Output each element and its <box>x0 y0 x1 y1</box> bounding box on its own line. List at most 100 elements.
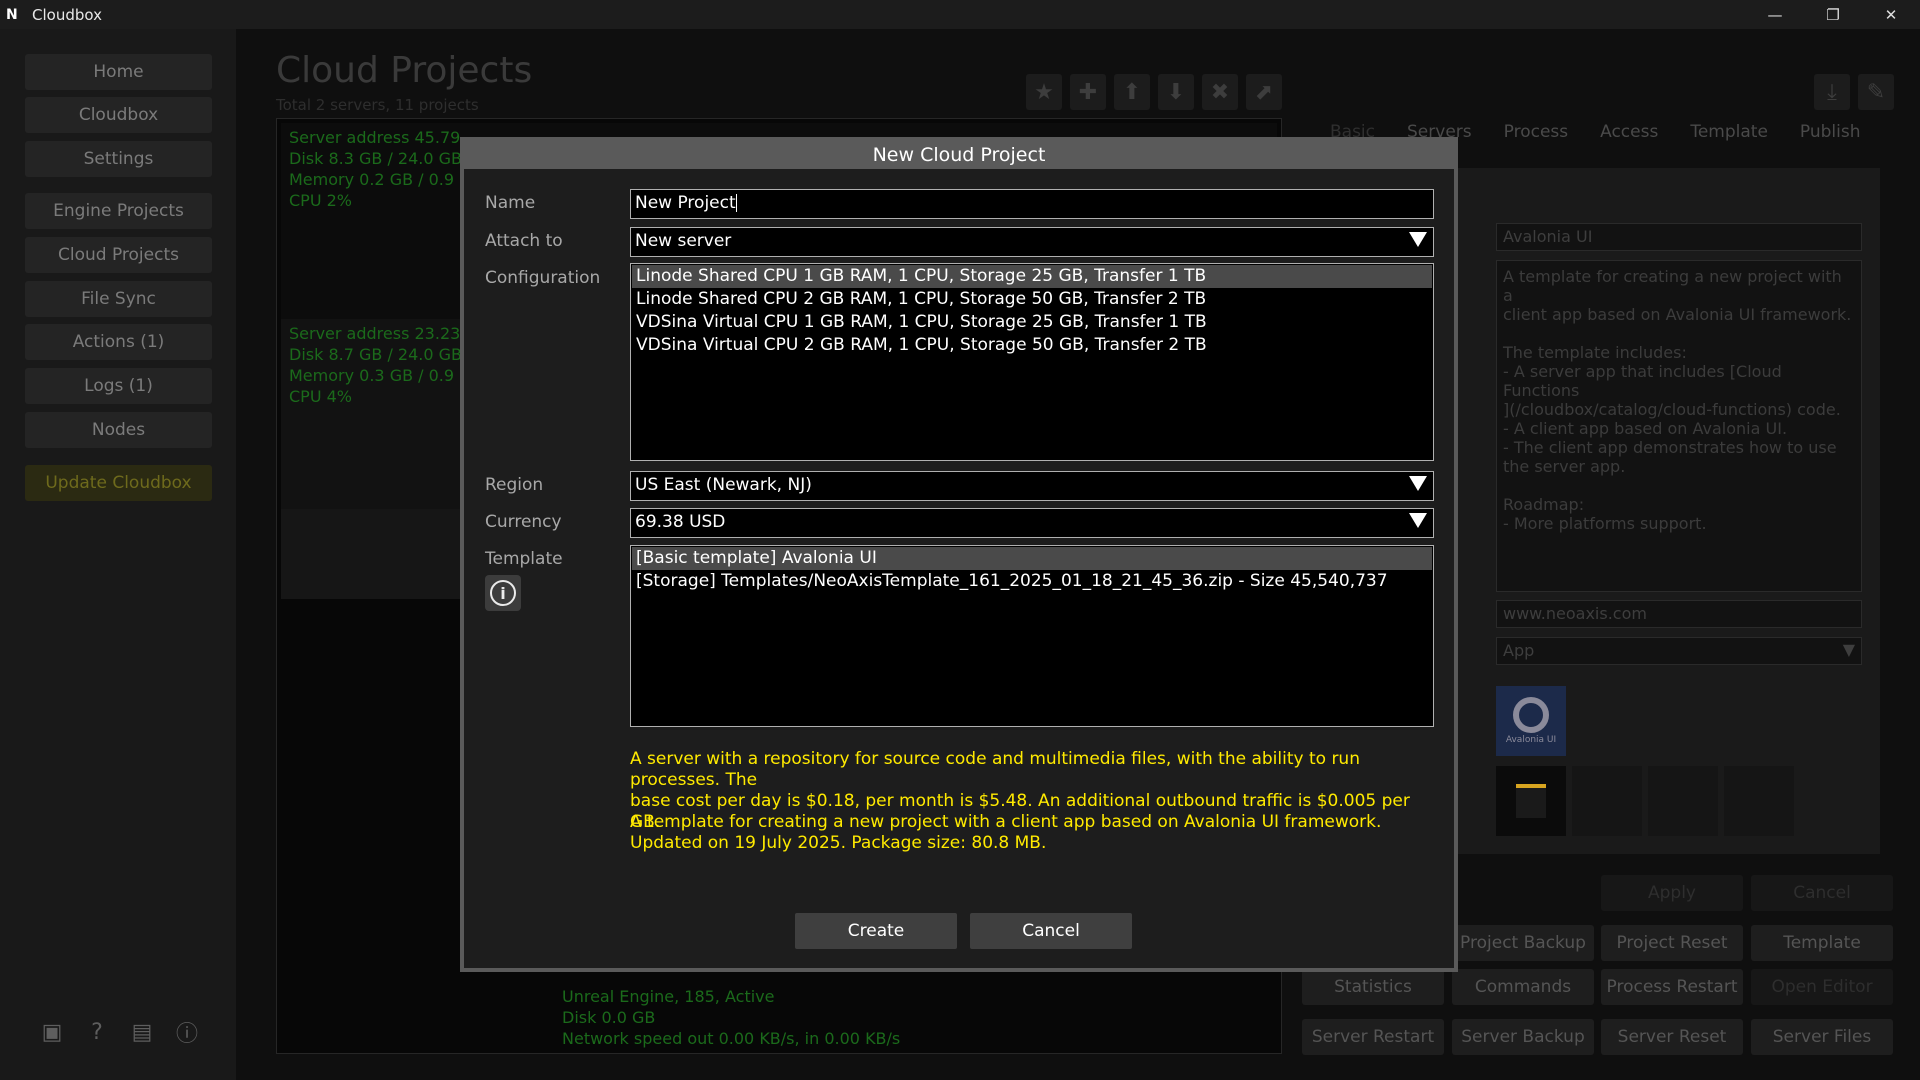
avalonia-logo-thumbnail[interactable]: Avalonia UI <box>1496 686 1566 756</box>
sidebar-item-logs[interactable]: Logs (1) <box>25 368 212 404</box>
sidebar-item-engine-projects[interactable]: Engine Projects <box>25 193 212 229</box>
template-button[interactable]: Template <box>1751 925 1893 961</box>
server-files-button[interactable]: Server Files <box>1751 1019 1893 1055</box>
server-backup-button[interactable]: Server Backup <box>1452 1019 1594 1055</box>
app-logo-icon: N <box>6 6 18 23</box>
edit-icon[interactable]: ✎ <box>1858 74 1894 110</box>
server-reset-button[interactable]: Server Reset <box>1601 1019 1743 1055</box>
template-item[interactable]: [Basic template] Avalonia UI <box>632 547 1432 570</box>
new-cloud-project-dialog: New Cloud Project Name New Project Attac… <box>460 137 1458 972</box>
project-name-input[interactable]: New Project <box>630 189 1434 219</box>
title-bar: N Cloudbox — ❐ ✕ <box>0 0 1920 29</box>
type-select-value: App <box>1503 641 1535 660</box>
chevron-down-icon <box>1409 232 1427 247</box>
info-icon: i <box>490 580 516 606</box>
close-button[interactable]: ✕ <box>1862 0 1920 29</box>
configuration-item[interactable]: Linode Shared CPU 2 GB RAM, 1 CPU, Stora… <box>632 288 1432 311</box>
engine-project-info: Unreal Engine, 185, Active Disk 0.0 GB N… <box>562 986 900 1049</box>
chevron-down-icon: ▼ <box>1842 640 1855 659</box>
sidebar-item-cloudbox[interactable]: Cloudbox <box>25 97 212 133</box>
template-description-note: A template for creating a new project wi… <box>630 812 1440 854</box>
sidebar-item-settings[interactable]: Settings <box>25 141 212 177</box>
currency-select[interactable]: 69.38 USD <box>630 508 1434 538</box>
page-subtitle: Total 2 servers, 11 projects <box>276 96 479 114</box>
template-list[interactable]: [Basic template] Avalonia UI [Storage] T… <box>630 545 1434 727</box>
tab-template[interactable]: Template <box>1674 122 1784 142</box>
attach-to-select[interactable]: New server <box>630 227 1434 257</box>
engine-status: Unreal Engine, 185, Active <box>562 987 775 1006</box>
template-note-line: A template for creating a new project wi… <box>630 812 1382 832</box>
sidebar-bottom-icons: ▣ ? ▤ ⓘ <box>38 1018 201 1048</box>
sidebar-item-nodes[interactable]: Nodes <box>25 412 212 448</box>
sidebar: Home Cloudbox Settings Engine Projects C… <box>0 29 236 1080</box>
process-restart-button[interactable]: Process Restart <box>1601 969 1743 1005</box>
region-value: US East (Newark, NJ) <box>635 475 812 495</box>
sidebar-item-cloud-projects[interactable]: Cloud Projects <box>25 237 212 273</box>
configuration-item[interactable]: VDSina Virtual CPU 2 GB RAM, 1 CPU, Stor… <box>632 334 1432 357</box>
template-item[interactable]: [Storage] Templates/NeoAxisTemplate_161_… <box>632 570 1432 593</box>
diagnostics-icon[interactable]: ▤ <box>128 1018 156 1046</box>
move-up-icon[interactable]: ⬆ <box>1114 74 1150 110</box>
template-name-field[interactable]: Avalonia UI <box>1496 223 1862 251</box>
tab-process[interactable]: Process <box>1488 122 1585 142</box>
package-icon[interactable]: ▣ <box>38 1018 66 1046</box>
maximize-button[interactable]: ❐ <box>1804 0 1862 29</box>
create-button[interactable]: Create <box>795 913 957 949</box>
open-editor-button[interactable]: Open Editor <box>1751 969 1893 1005</box>
favorite-icon[interactable]: ★ <box>1026 74 1062 110</box>
move-down-icon[interactable]: ⬇ <box>1158 74 1194 110</box>
empty-thumbnail-slot <box>1648 766 1718 836</box>
template-note-line: Updated on 19 July 2025. Package size: 8… <box>630 833 1047 853</box>
statistics-button[interactable]: Statistics <box>1302 969 1444 1005</box>
help-icon[interactable]: ? <box>83 1018 111 1046</box>
server-restart-button[interactable]: Server Restart <box>1302 1019 1444 1055</box>
configuration-list[interactable]: Linode Shared CPU 1 GB RAM, 1 CPU, Stora… <box>630 263 1434 461</box>
add-icon[interactable]: ✚ <box>1070 74 1106 110</box>
download-icon[interactable]: ⤓ <box>1814 74 1850 110</box>
document-icon <box>1516 784 1546 818</box>
region-select[interactable]: US East (Newark, NJ) <box>630 471 1434 501</box>
region-label: Region <box>485 475 544 495</box>
currency-label: Currency <box>485 512 562 532</box>
open-link-icon[interactable]: ⬈ <box>1246 74 1282 110</box>
text-cursor <box>735 194 737 212</box>
sidebar-item-home[interactable]: Home <box>25 54 212 90</box>
apply-button[interactable]: Apply <box>1601 875 1743 911</box>
update-cloudbox-button[interactable]: Update Cloudbox <box>25 465 212 501</box>
delete-icon[interactable]: ✖ <box>1202 74 1238 110</box>
minimize-button[interactable]: — <box>1746 0 1804 29</box>
currency-value: 69.38 USD <box>635 512 726 532</box>
attach-to-value: New server <box>635 231 732 251</box>
chevron-down-icon <box>1409 513 1427 528</box>
project-reset-button[interactable]: Project Reset <box>1601 925 1743 961</box>
screenshot-thumbnail[interactable] <box>1496 766 1566 836</box>
type-select[interactable]: App ▼ <box>1496 637 1862 665</box>
info-icon[interactable]: ⓘ <box>173 1018 201 1047</box>
configuration-item[interactable]: VDSina Virtual CPU 1 GB RAM, 1 CPU, Stor… <box>632 311 1432 334</box>
configuration-label: Configuration <box>485 268 601 288</box>
template-description-field[interactable]: A template for creating a new project wi… <box>1496 260 1862 592</box>
commands-button[interactable]: Commands <box>1452 969 1594 1005</box>
configuration-item[interactable]: Linode Shared CPU 1 GB RAM, 1 CPU, Stora… <box>632 265 1432 288</box>
engine-network: Network speed out 0.00 KB/s, in 0.00 KB/… <box>562 1029 901 1048</box>
tab-publish[interactable]: Publish <box>1784 122 1877 142</box>
website-field[interactable]: www.neoaxis.com <box>1496 600 1862 628</box>
window-title: Cloudbox <box>32 5 102 24</box>
avalonia-logo-icon <box>1513 697 1549 733</box>
empty-thumbnail-slot <box>1572 766 1642 836</box>
cancel-button[interactable]: Cancel <box>970 913 1132 949</box>
sidebar-item-actions[interactable]: Actions (1) <box>25 324 212 360</box>
template-info-button[interactable]: i <box>485 575 521 611</box>
panel-toolbar: ⤓ ✎ <box>1814 74 1894 110</box>
sidebar-item-file-sync[interactable]: File Sync <box>25 281 212 317</box>
project-backup-button[interactable]: Project Backup <box>1452 925 1594 961</box>
tab-access[interactable]: Access <box>1584 122 1674 142</box>
dialog-title: New Cloud Project <box>464 141 1454 169</box>
panel-cancel-button[interactable]: Cancel <box>1751 875 1893 911</box>
server-cost-note-line: A server with a repository for source co… <box>630 749 1360 790</box>
window-controls: — ❐ ✕ <box>1746 0 1920 29</box>
project-name-value: New Project <box>635 193 736 213</box>
attach-to-label: Attach to <box>485 231 563 251</box>
engine-disk: Disk 0.0 GB <box>562 1008 656 1027</box>
project-toolbar: ★ ✚ ⬆ ⬇ ✖ ⬈ <box>1026 74 1282 110</box>
